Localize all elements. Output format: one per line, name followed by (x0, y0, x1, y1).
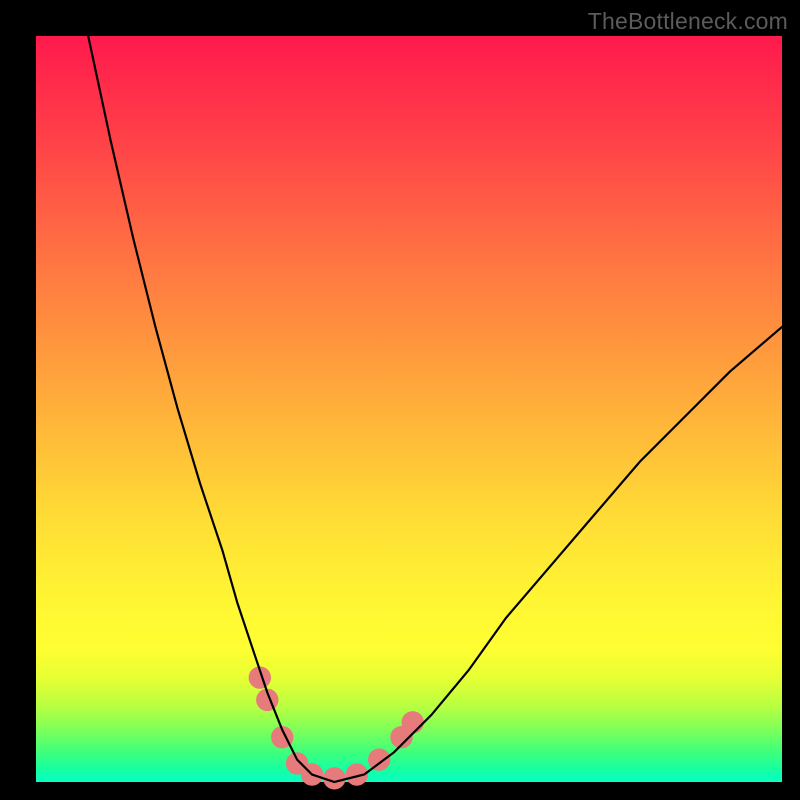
valley-marker (368, 748, 390, 770)
valley-marker (402, 711, 424, 733)
curve-layer (36, 36, 782, 782)
chart-frame: TheBottleneck.com (0, 0, 800, 800)
bottleneck-curve (88, 36, 782, 782)
plot-area (36, 36, 782, 782)
valley-marker-group (249, 666, 424, 789)
watermark-label: TheBottleneck.com (588, 8, 788, 35)
